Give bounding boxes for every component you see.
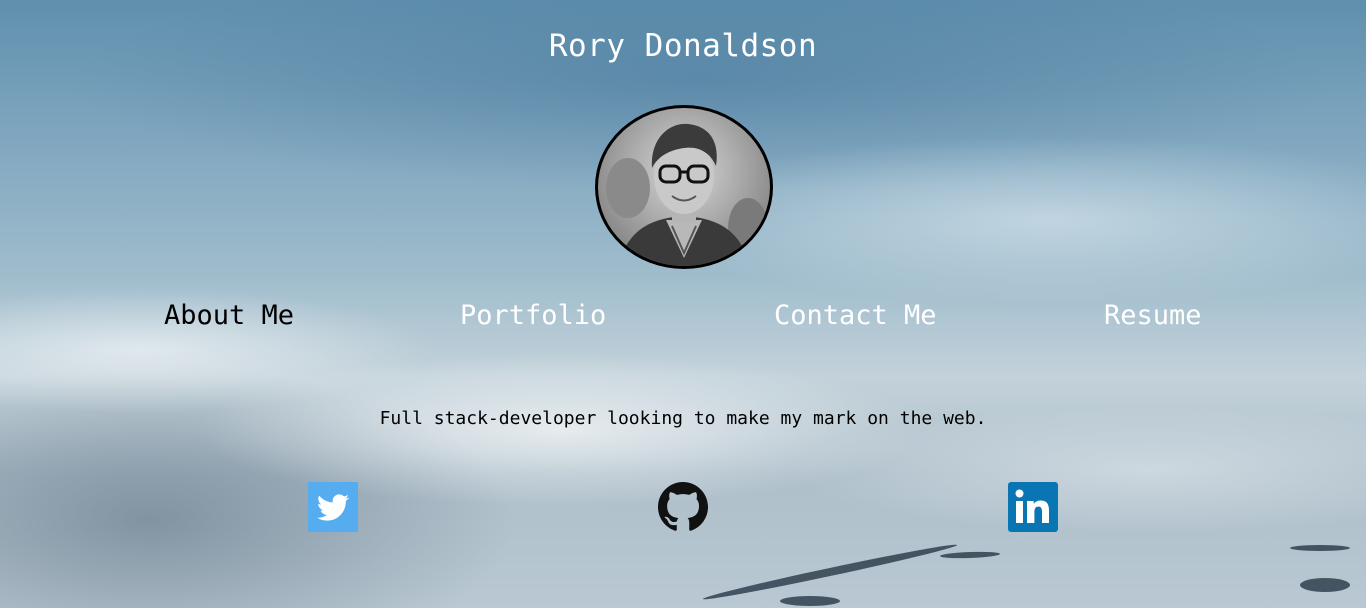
linkedin-link[interactable] bbox=[1008, 482, 1058, 532]
twitter-link[interactable] bbox=[308, 482, 358, 532]
avatar bbox=[595, 105, 773, 269]
nav-contact-me[interactable]: Contact Me bbox=[774, 300, 937, 331]
twitter-icon bbox=[308, 482, 358, 532]
tagline: Full stack-developer looking to make my … bbox=[379, 408, 987, 429]
nav-resume[interactable]: Resume bbox=[1104, 300, 1202, 331]
mountain-streak bbox=[1290, 545, 1350, 551]
mountain-streak bbox=[1300, 578, 1350, 592]
github-link[interactable] bbox=[658, 482, 708, 532]
avatar-portrait bbox=[606, 123, 768, 266]
mountain-streak bbox=[702, 541, 958, 603]
mountain-streak bbox=[780, 596, 840, 606]
nav-about-me[interactable]: About Me bbox=[164, 300, 294, 331]
mountain-streak bbox=[939, 550, 1001, 560]
nav-portfolio[interactable]: Portfolio bbox=[460, 300, 606, 331]
main-nav: About Me Portfolio Contact Me Resume bbox=[0, 300, 1366, 344]
github-icon bbox=[658, 482, 708, 531]
linkedin-icon bbox=[1008, 482, 1058, 532]
site-title: Rory Donaldson bbox=[548, 28, 818, 64]
